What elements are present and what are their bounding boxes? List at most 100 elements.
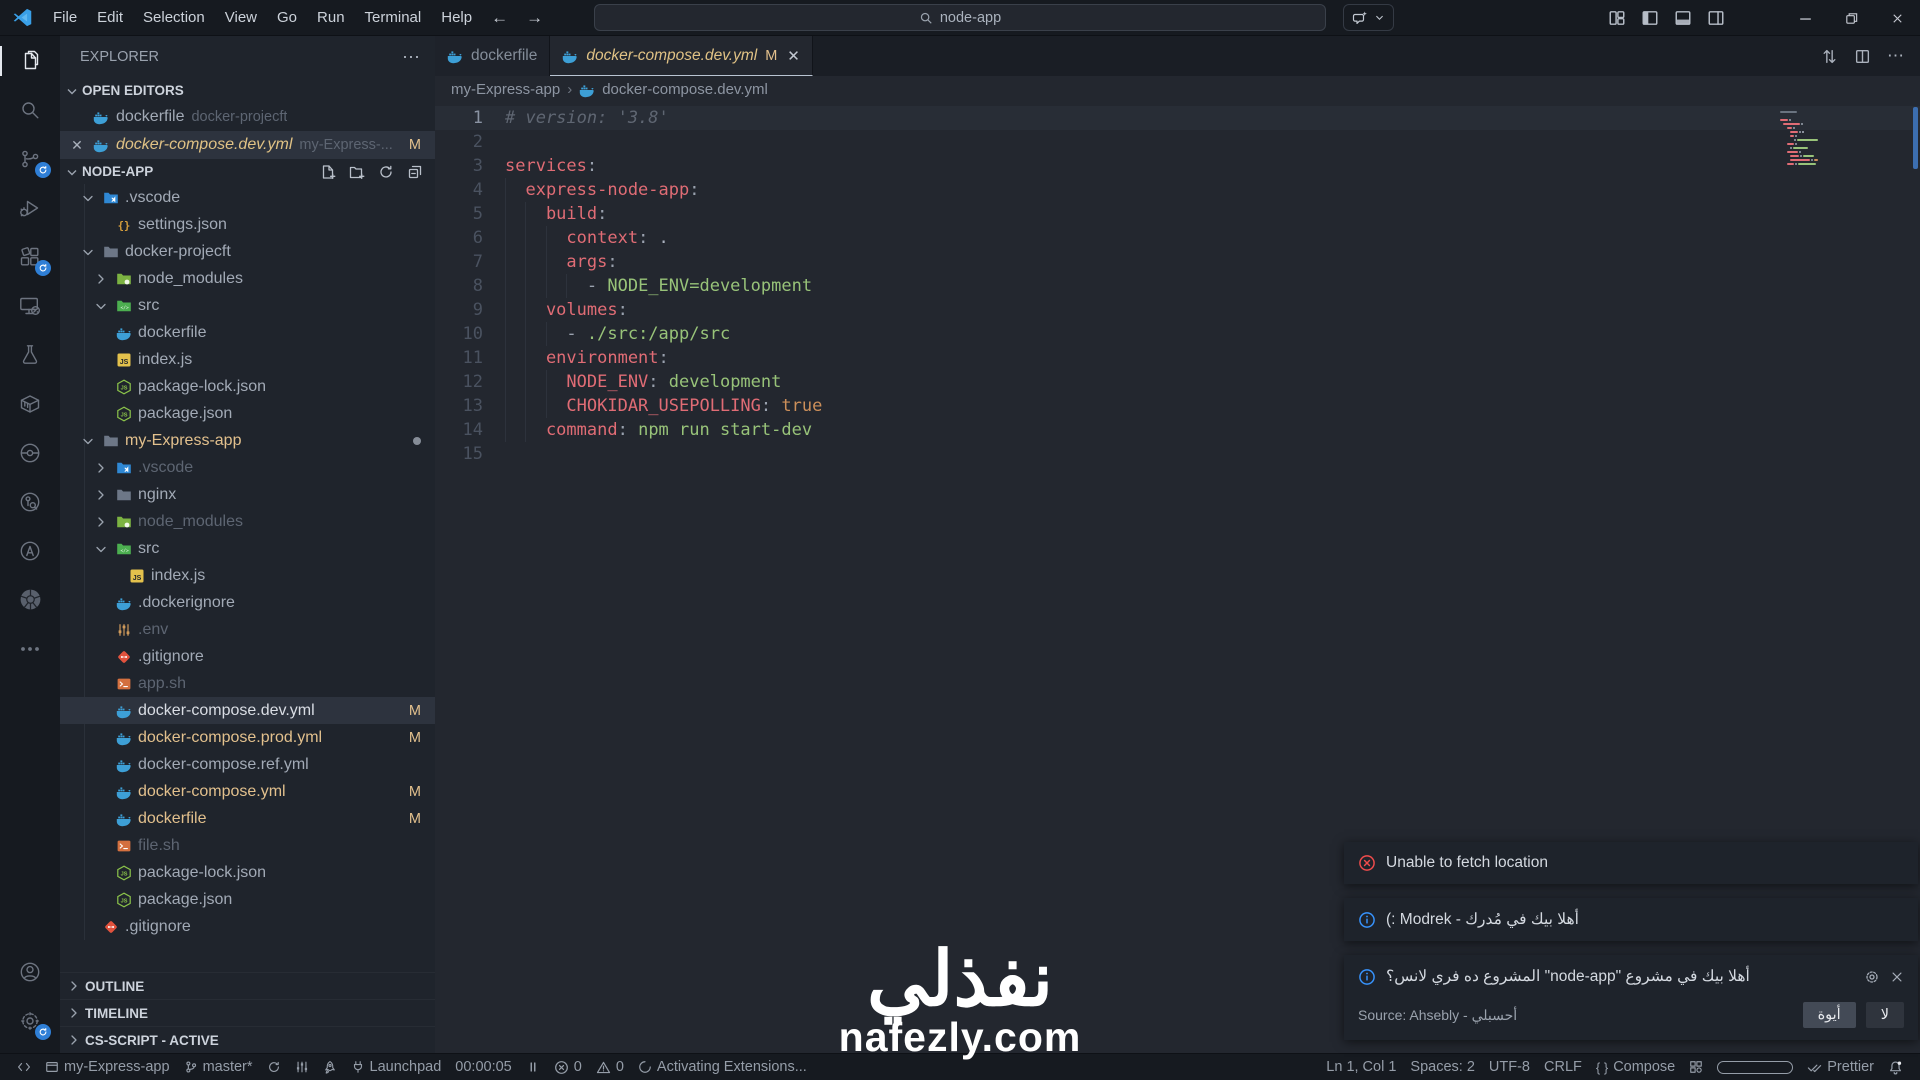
status-sync[interactable] [260,1054,288,1080]
tree-item-settings-json[interactable]: {} settings.json [60,211,435,238]
status-loading[interactable]: Activating Extensions... [631,1054,814,1080]
close-icon[interactable] [1890,970,1904,984]
tree-item-docker-compose-ref-yml[interactable]: docker-compose.ref.yml [60,751,435,778]
status-pause[interactable] [519,1054,547,1080]
forward-arrow-icon[interactable]: → [517,8,552,28]
project-root-header[interactable]: NODE-APP [60,159,435,184]
tree-item-dockerfile[interactable]: dockerfile M [60,805,435,832]
activity-search[interactable] [0,85,60,134]
tree-item-node-modules[interactable]: node_modules [60,508,435,535]
tree-item-docker-compose-dev-yml[interactable]: docker-compose.dev.yml M [60,697,435,724]
activity-testing[interactable] [0,330,60,379]
tree-item-my-express-app[interactable]: my-Express-app [60,427,435,454]
copilot-button[interactable] [1343,4,1394,31]
code-line-8[interactable]: 8 - NODE_ENV=development [435,274,1920,298]
tree-item-gitignore[interactable]: .gitignore [60,643,435,670]
toast-button-أيوة[interactable]: أيوة [1802,1002,1856,1028]
activity-accounts[interactable] [0,947,60,996]
status-plug[interactable]: Launchpad [344,1054,449,1080]
activity-settings[interactable] [0,996,60,1045]
tree-item-docker-projecft[interactable]: docker-projecft [60,238,435,265]
refresh-icon[interactable] [378,164,394,180]
open-editor-dockerfile[interactable]: dockerfile docker-projecft [60,103,435,131]
breadcrumb[interactable]: my-Express-app › docker-compose.dev.yml [435,76,1920,103]
code-line-1[interactable]: 1 # version: '3.8' [435,106,1920,130]
section-timeline[interactable]: TIMELINE [60,999,435,1026]
code-line-9[interactable]: 9 volumes: [435,298,1920,322]
split-editor-icon[interactable] [1854,48,1871,65]
gear-icon[interactable] [1864,969,1880,985]
tab-docker-compose-dev-yml[interactable]: docker-compose.dev.yml M ✕ [550,36,813,76]
tree-item-vscode[interactable]: .vscode [60,454,435,481]
menu-file[interactable]: File [43,0,87,36]
menu-go[interactable]: Go [267,0,307,36]
breadcrumb-file[interactable]: docker-compose.dev.yml [602,81,768,98]
status-ln-1-col-1[interactable]: Ln 1, Col 1 [1319,1054,1403,1080]
section-cs-script-active[interactable]: CS-SCRIPT - ACTIVE [60,1026,435,1053]
layout-grid-icon[interactable] [1608,9,1626,27]
status-remote-indicator[interactable] [10,1054,38,1080]
activity-git-history[interactable] [0,477,60,526]
toast-button-لا[interactable]: لا [1865,1002,1904,1028]
more-actions-icon[interactable]: ⋯ [1887,46,1904,66]
tree-item-docker-compose-prod-yml[interactable]: docker-compose.prod.yml M [60,724,435,751]
status-progress-pill[interactable] [1710,1054,1800,1080]
activity-containers[interactable] [0,379,60,428]
explorer-more-actions-icon[interactable]: ⋯ [402,47,421,68]
new-folder-icon[interactable] [349,164,365,180]
tree-item-package-json[interactable]: JS package.json [60,886,435,913]
code-line-10[interactable]: 10 - ./src:/app/src [435,322,1920,346]
tree-item-index-js[interactable]: JS index.js [60,346,435,373]
code-line-5[interactable]: 5 build: [435,202,1920,226]
tree-item-docker-compose-yml[interactable]: docker-compose.yml M [60,778,435,805]
collapse-all-icon[interactable] [407,164,423,180]
section-outline[interactable]: OUTLINE [60,972,435,999]
status-git-branch[interactable]: master* [177,1054,260,1080]
code-line-7[interactable]: 7 args: [435,250,1920,274]
restore-button[interactable] [1828,0,1874,36]
activity-kubernetes[interactable] [0,575,60,624]
tree-item-node-modules[interactable]: node_modules [60,265,435,292]
code-line-2[interactable]: 2 [435,130,1920,154]
status-errors[interactable]: 0 [547,1054,589,1080]
close-editor-icon[interactable]: ✕ [68,137,86,154]
global-search-input[interactable]: node-app [594,4,1326,31]
tree-item-dockerignore[interactable]: .dockerignore [60,589,435,616]
status-notifications[interactable] [1881,1054,1910,1080]
status-rocket[interactable] [316,1054,344,1080]
menu-terminal[interactable]: Terminal [355,0,432,36]
open-editor-docker-compose-dev-yml[interactable]: ✕ docker-compose.dev.yml my-Express-... M [60,131,435,159]
tree-item-file-sh[interactable]: file.sh [60,832,435,859]
code-line-15[interactable]: 15 [435,442,1920,466]
close-window-button[interactable] [1874,0,1920,36]
minimize-button[interactable] [1782,0,1828,36]
menu-run[interactable]: Run [307,0,355,36]
code-line-13[interactable]: 13 CHOKIDAR_USEPOLLING: true [435,394,1920,418]
status-launch-config[interactable] [288,1054,316,1080]
tab-dockerfile[interactable]: dockerfile [435,36,551,76]
open-editors-header[interactable]: OPEN EDITORS [60,78,435,103]
status-ports[interactable] [1682,1054,1710,1080]
tree-item-package-json[interactable]: JS package.json [60,400,435,427]
tree-item-index-js[interactable]: JS index.js [60,562,435,589]
activity-git-graph[interactable] [0,428,60,477]
activity-explorer[interactable] [0,36,60,85]
tree-item-package-lock-json[interactable]: JS package-lock.json [60,859,435,886]
status-00-00-05[interactable]: 00:00:05 [448,1054,518,1080]
scrollbar-thumb[interactable] [1913,107,1918,169]
menu-edit[interactable]: Edit [87,0,133,36]
status-workspace[interactable]: my-Express-app [38,1054,177,1080]
minimap[interactable] [1780,111,1842,169]
tree-item-vscode[interactable]: .vscode [60,184,435,211]
status-language-mode[interactable]: { } Compose [1589,1054,1682,1080]
code-line-3[interactable]: 3 services: [435,154,1920,178]
menu-selection[interactable]: Selection [133,0,215,36]
activity-run-debug[interactable] [0,183,60,232]
code-line-6[interactable]: 6 context: . [435,226,1920,250]
tree-item-package-lock-json[interactable]: JS package-lock.json [60,373,435,400]
activity-source-control[interactable] [0,134,60,183]
code-line-11[interactable]: 11 environment: [435,346,1920,370]
tree-item-env[interactable]: .env [60,616,435,643]
back-arrow-icon[interactable]: ← [482,8,517,28]
breadcrumb-folder[interactable]: my-Express-app [451,81,560,98]
